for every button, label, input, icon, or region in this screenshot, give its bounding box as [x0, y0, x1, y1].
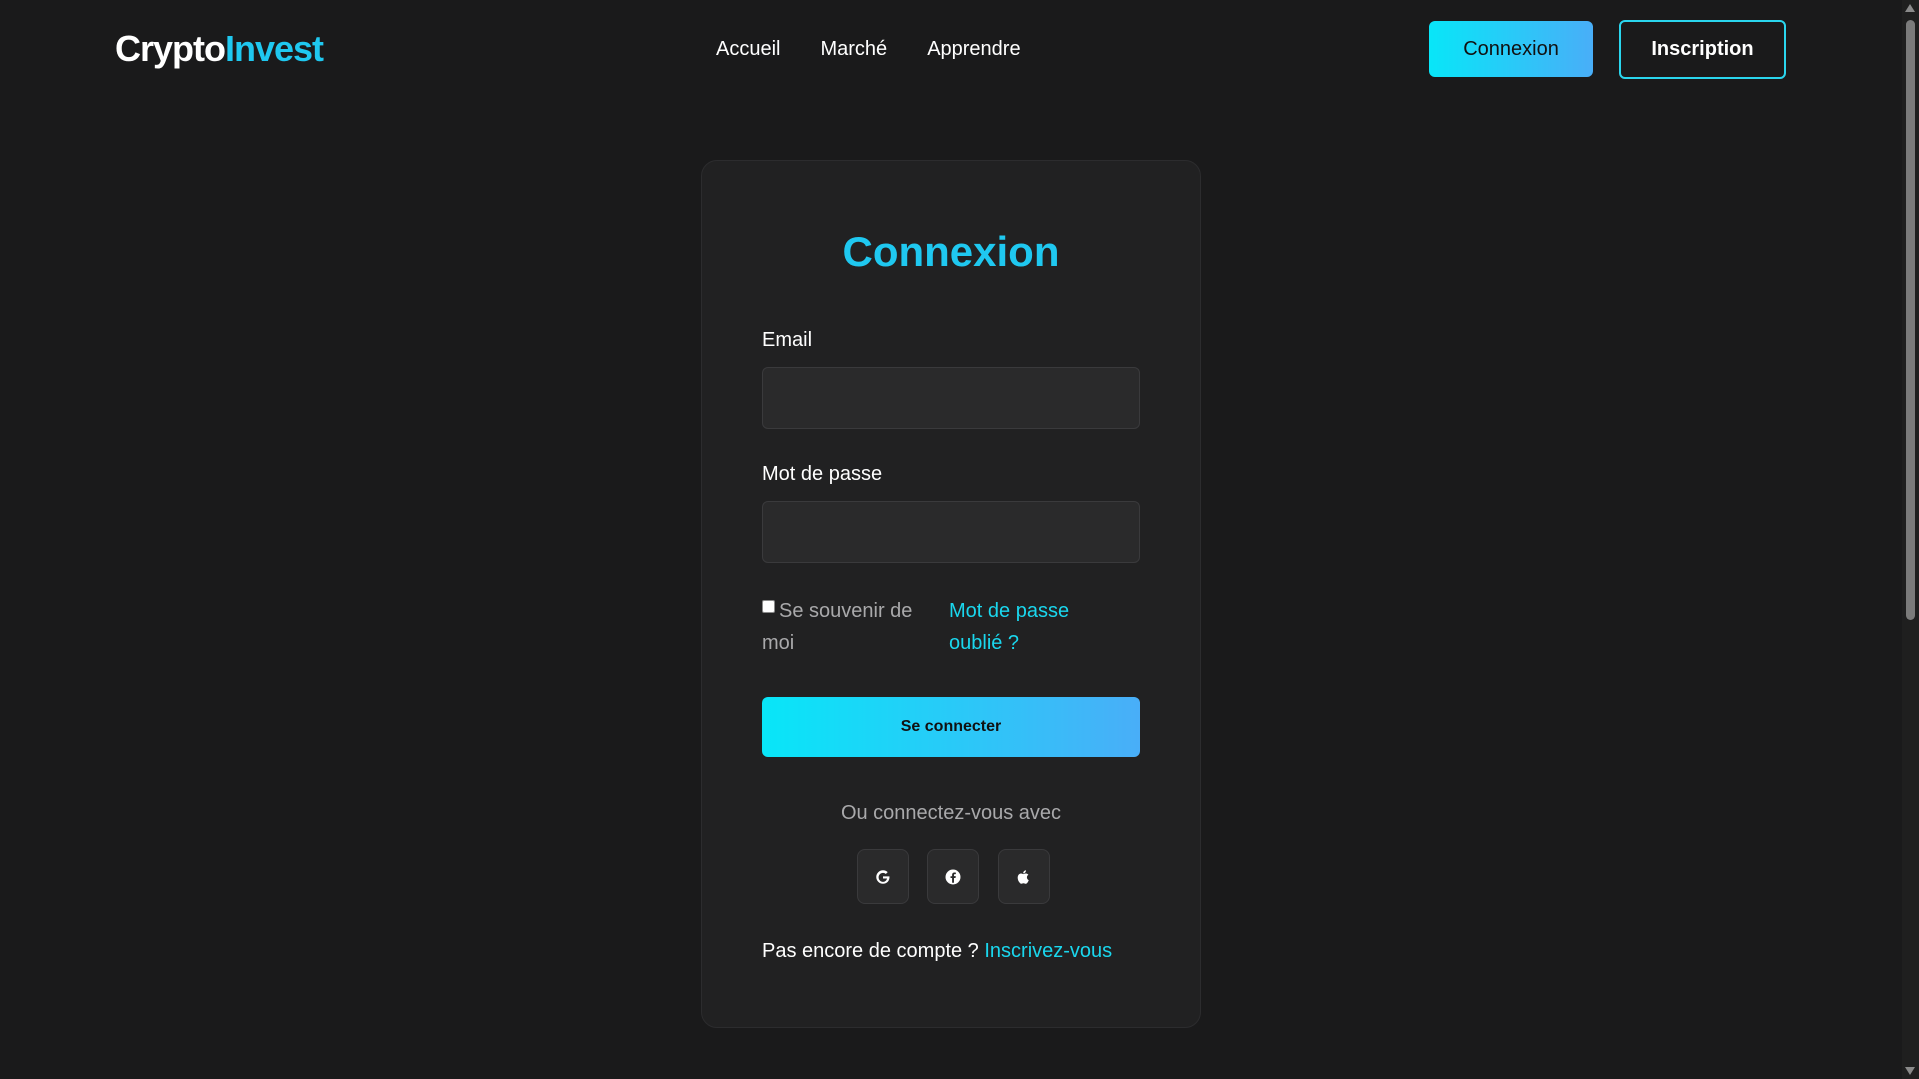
- facebook-login-button[interactable]: [927, 849, 979, 904]
- page-scrollbar[interactable]: [1902, 0, 1919, 1079]
- signup-prompt: Pas encore de compte ? Inscrivez-vous: [762, 938, 1112, 964]
- scrollbar-thumb[interactable]: [1906, 20, 1915, 620]
- header-signup-button[interactable]: Inscription: [1619, 20, 1786, 79]
- remember-me-label: Se souvenir de moi: [762, 600, 913, 654]
- signup-prompt-text: Pas encore de compte ?: [762, 940, 979, 962]
- main-nav: Accueil Marché Apprendre: [716, 36, 1021, 62]
- header-login-button[interactable]: Connexion: [1429, 21, 1593, 77]
- remember-me[interactable]: Se souvenir de moi: [762, 595, 942, 659]
- nav-link-accueil[interactable]: Accueil: [716, 36, 780, 62]
- apple-login-button[interactable]: [998, 849, 1050, 904]
- login-title: Connexion: [842, 228, 1060, 275]
- email-field[interactable]: [762, 367, 1140, 429]
- google-icon: [876, 869, 891, 884]
- logo-part-invest: Invest: [225, 28, 324, 69]
- email-label: Email: [762, 329, 813, 351]
- scroll-up-arrow-icon[interactable]: [1905, 4, 1915, 12]
- password-field[interactable]: [762, 501, 1140, 563]
- logo-part-crypto: Crypto: [115, 28, 226, 69]
- submit-login-button[interactable]: Se connecter: [762, 697, 1140, 757]
- facebook-icon: [945, 869, 961, 884]
- remember-me-checkbox[interactable]: [762, 600, 775, 613]
- nav-link-marche[interactable]: Marché: [820, 36, 887, 62]
- site-header: CryptoInvest Accueil Marché Apprendre Co…: [0, 0, 1900, 100]
- logo[interactable]: CryptoInvest: [115, 27, 324, 71]
- signup-link[interactable]: Inscrivez-vous: [984, 940, 1112, 962]
- google-login-button[interactable]: [857, 849, 909, 904]
- nav-link-apprendre[interactable]: Apprendre: [927, 36, 1020, 62]
- forgot-password-link[interactable]: Mot de passe oublié ?: [949, 595, 1109, 659]
- social-login-divider-text: Ou connectez-vous avec: [840, 802, 1062, 824]
- apple-icon: [1017, 869, 1029, 884]
- scroll-down-arrow-icon[interactable]: [1905, 1067, 1915, 1075]
- password-label: Mot de passe: [762, 463, 883, 485]
